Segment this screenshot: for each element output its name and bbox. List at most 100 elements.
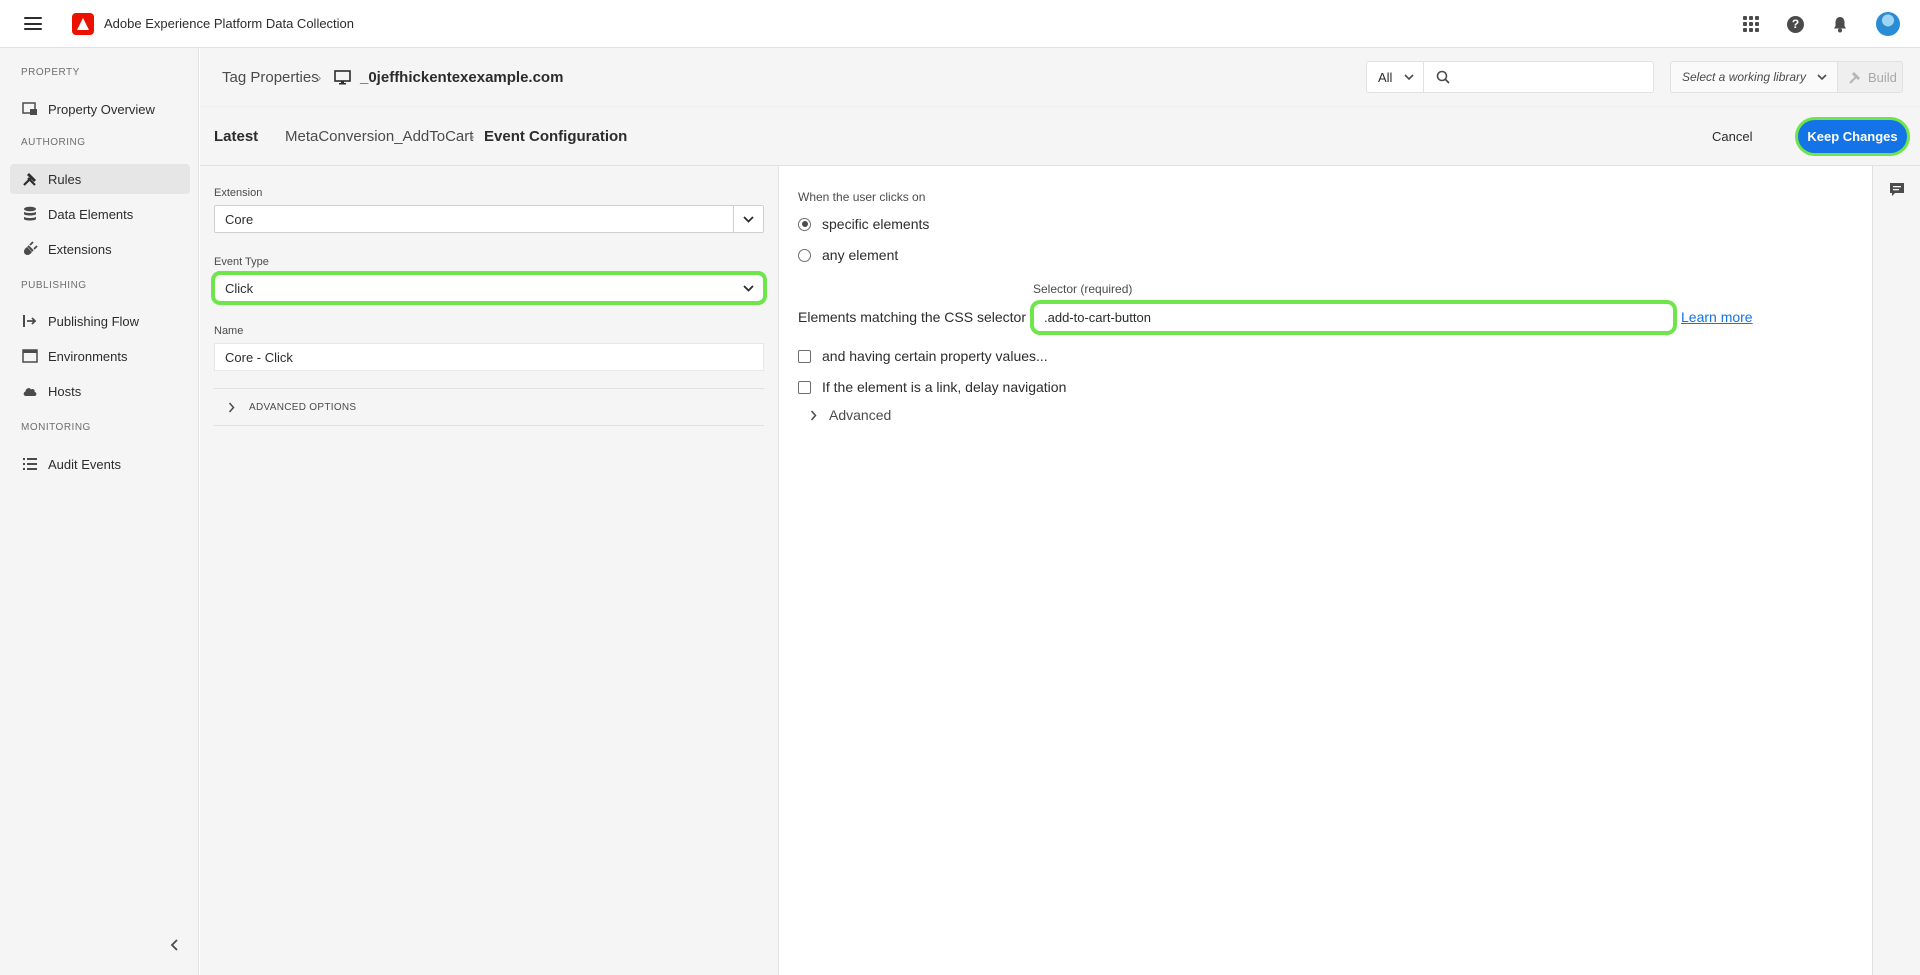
extension-dropdown-button[interactable] xyxy=(733,206,763,232)
event-type-select[interactable]: Click xyxy=(214,274,764,302)
collapse-sidebar-icon[interactable] xyxy=(168,938,182,952)
sidebar-section-publishing: PUBLISHING xyxy=(21,280,87,291)
sidebar-item-label: Rules xyxy=(48,171,82,187)
radio-button-checked[interactable] xyxy=(798,217,811,231)
right-rail xyxy=(1872,166,1920,975)
chevron-down-icon xyxy=(743,216,754,223)
hammer-icon xyxy=(1849,71,1860,84)
sidebar-item-rules[interactable]: Rules xyxy=(10,164,190,194)
checkbox-property-values[interactable]: and having certain property values... xyxy=(798,348,1048,364)
sidebar-item-environments[interactable]: Environments xyxy=(10,341,190,371)
chevron-right-icon xyxy=(228,402,235,412)
learn-more-link[interactable]: Learn more xyxy=(1681,309,1753,325)
sidebar-item-label: Audit Events xyxy=(48,456,121,472)
advanced-label: Advanced xyxy=(829,407,892,423)
top-bar: Adobe Experience Platform Data Collectio… xyxy=(0,0,1920,48)
selector-caption: Selector (required) xyxy=(1033,282,1133,296)
extensions-icon xyxy=(21,241,38,258)
page-title: Event Configuration xyxy=(484,128,628,145)
checkbox-label: If the element is a link, delay navigati… xyxy=(822,379,1067,395)
sidebar-item-hosts[interactable]: Hosts xyxy=(10,376,190,406)
search-field[interactable] xyxy=(1424,61,1654,93)
adobe-logo[interactable] xyxy=(72,12,94,35)
search-input[interactable] xyxy=(1460,69,1640,85)
breadcrumb-rule-name[interactable]: MetaConversion_AddToCart xyxy=(285,128,473,145)
chevron-down-icon xyxy=(1404,74,1414,81)
working-library-select[interactable]: Select a working library xyxy=(1670,61,1838,93)
sidebar-item-label: Environments xyxy=(48,348,128,364)
checkbox[interactable] xyxy=(798,349,811,363)
user-avatar[interactable] xyxy=(1876,12,1900,36)
sidebar-section-authoring: AUTHORING xyxy=(21,137,86,148)
breadcrumb-property-name: _0jeffhickentexexample.com xyxy=(360,69,564,86)
extension-label: Extension xyxy=(214,187,263,199)
environments-icon xyxy=(21,348,38,365)
config-header: Latest MetaConversion_AddToCart › Event … xyxy=(200,107,1920,166)
property-overview-icon xyxy=(21,101,38,118)
event-type-label: Event Type xyxy=(214,256,269,268)
search-icon xyxy=(1436,70,1450,84)
sidebar-item-property-overview[interactable]: Property Overview xyxy=(10,94,190,124)
cancel-button[interactable]: Cancel xyxy=(1700,122,1764,150)
bell-icon[interactable] xyxy=(1832,16,1848,33)
sidebar-section-monitoring: MONITORING xyxy=(21,422,91,433)
hamburger-menu-icon[interactable] xyxy=(24,17,42,30)
radio-specific-elements[interactable]: specific elements xyxy=(798,216,929,232)
sidebar-item-publishing-flow[interactable]: Publishing Flow xyxy=(10,306,190,336)
data-elements-icon xyxy=(21,206,38,223)
event-type-value: Click xyxy=(225,280,254,296)
search-filter-select[interactable]: All xyxy=(1366,61,1424,93)
search-filter-value: All xyxy=(1378,69,1393,85)
app-title: Adobe Experience Platform Data Collectio… xyxy=(104,16,355,31)
checkbox-delay-navigation[interactable]: If the element is a link, delay navigati… xyxy=(798,379,1066,395)
advanced-options-label: ADVANCED OPTIONS xyxy=(249,401,357,413)
sidebar-item-label: Extensions xyxy=(48,241,112,257)
advanced-options-toggle[interactable]: ADVANCED OPTIONS xyxy=(214,388,764,426)
breadcrumb-tag-properties[interactable]: Tag Properties xyxy=(222,69,319,86)
sidebar-item-label: Data Elements xyxy=(48,206,134,222)
event-type-dropdown-button[interactable] xyxy=(733,275,763,301)
sidebar-item-label: Publishing Flow xyxy=(48,313,140,329)
extension-value: Core xyxy=(225,211,254,227)
radio-label: any element xyxy=(822,247,899,263)
build-label: Build xyxy=(1868,69,1897,85)
build-button[interactable]: Build xyxy=(1838,61,1903,93)
sidebar-section-property: PROPERTY xyxy=(21,67,80,78)
radio-label: specific elements xyxy=(822,216,930,232)
name-field[interactable]: Core - Click xyxy=(214,343,764,371)
breadcrumb-separator: › xyxy=(317,70,322,85)
checkbox[interactable] xyxy=(798,380,811,394)
publishing-flow-icon xyxy=(21,313,38,330)
click-configuration-panel: When the user clicks on specific element… xyxy=(779,166,1872,975)
css-selector-field[interactable] xyxy=(1033,303,1674,332)
chevron-down-icon xyxy=(742,285,754,292)
keep-changes-button[interactable]: Keep Changes xyxy=(1798,120,1907,153)
radio-any-element[interactable]: any element xyxy=(798,247,898,263)
list-icon xyxy=(21,456,38,473)
breadcrumb-separator: › xyxy=(470,129,475,144)
sidebar-item-audit-events[interactable]: Audit Events xyxy=(10,449,190,479)
css-selector-input[interactable] xyxy=(1044,310,1644,325)
advanced-toggle[interactable]: Advanced xyxy=(810,407,891,423)
help-icon[interactable]: ? xyxy=(1787,15,1804,33)
apps-grid-icon[interactable] xyxy=(1743,16,1759,32)
revision-label: Latest xyxy=(214,128,259,145)
cloud-icon xyxy=(21,383,38,400)
checkbox-label: and having certain property values... xyxy=(822,348,1048,364)
sidebar-item-extensions[interactable]: Extensions xyxy=(10,234,190,264)
working-library-placeholder: Select a working library xyxy=(1682,70,1807,84)
name-label: Name xyxy=(214,325,244,337)
extension-select[interactable]: Core xyxy=(214,205,764,233)
sidebar: PROPERTY Property Overview AUTHORING Rul… xyxy=(0,48,199,975)
when-user-clicks-label: When the user clicks on xyxy=(798,190,926,204)
sidebar-item-label: Property Overview xyxy=(48,101,155,117)
sidebar-item-label: Hosts xyxy=(48,383,82,399)
chevron-right-icon xyxy=(810,410,817,420)
sidebar-item-data-elements[interactable]: Data Elements xyxy=(10,199,190,229)
radio-button[interactable] xyxy=(798,248,811,262)
rules-icon xyxy=(21,171,38,188)
breadcrumb: Tag Properties › _0jeffhickentexexample.… xyxy=(200,48,1920,107)
chevron-down-icon xyxy=(1817,74,1827,81)
comment-icon[interactable] xyxy=(1889,182,1905,197)
event-settings-panel: Extension Core Event Type Click Name Cor… xyxy=(200,166,779,975)
